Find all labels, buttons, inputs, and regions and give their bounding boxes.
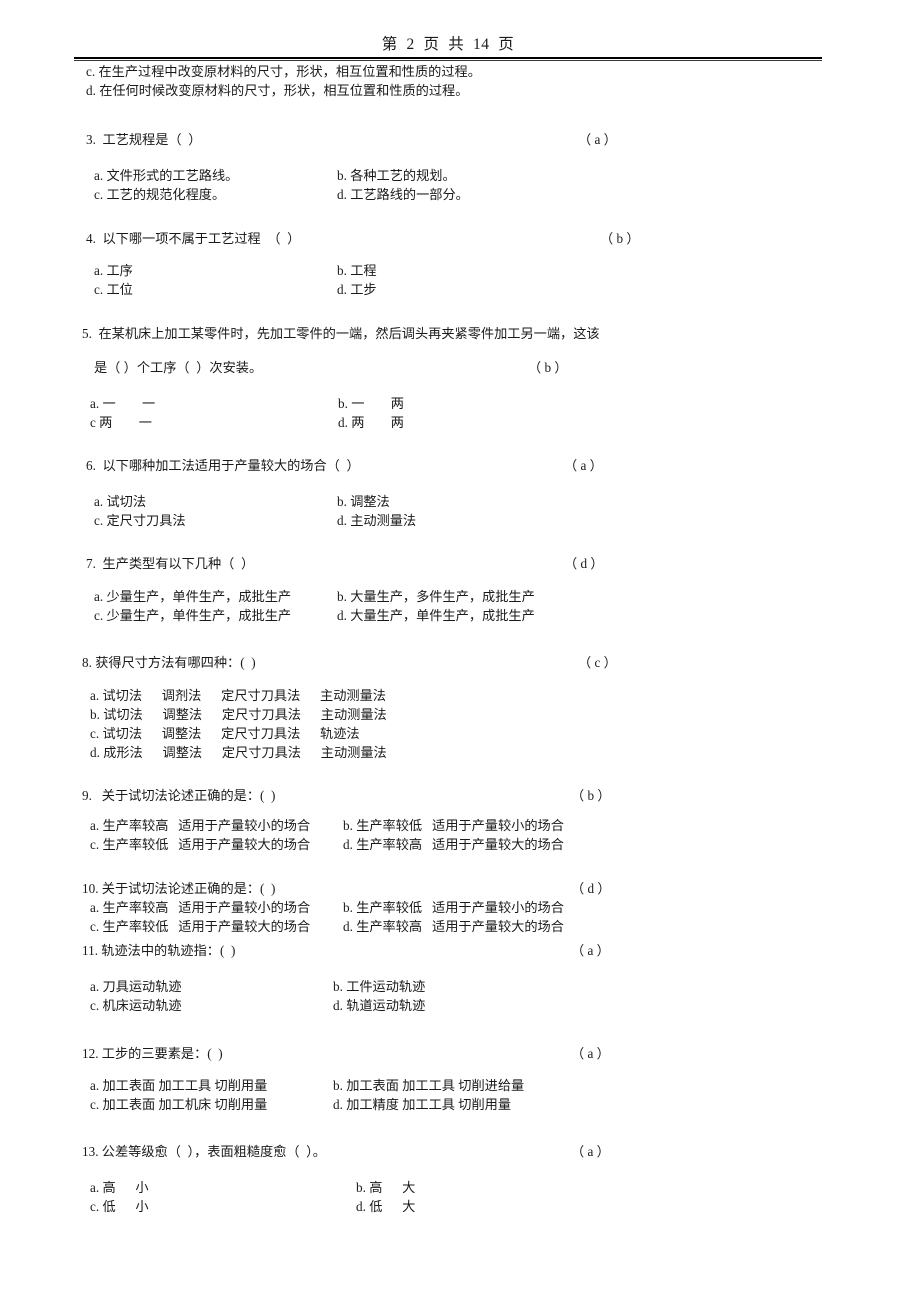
question-7-option-d: d. 大量生产，单件生产，成批生产: [337, 608, 535, 623]
question-10-option-a: a. 生产率较高 适用于产量较小的场合: [90, 900, 311, 915]
document-page: 第 2 页 共 14 页 c. 在生产过程中改变原材料的尺寸，形状，相互位置和性…: [0, 0, 920, 1300]
question-12-option-c: c. 加工表面 加工机床 切削用量: [90, 1097, 268, 1112]
question-9-option-a: a. 生产率较高 适用于产量较小的场合: [90, 818, 311, 833]
question-9-option-c: c. 生产率较低 适用于产量较大的场合: [90, 837, 311, 852]
question-8-option-a: a. 试切法 调剂法 定尺寸刀具法 主动测量法: [90, 688, 386, 703]
header-divider-rule: [74, 57, 822, 61]
question-6-option-c: c. 定尺寸刀具法: [94, 513, 186, 528]
question-3-option-d: d. 工艺路线的一部分。: [337, 187, 469, 202]
question-6-option-b: b. 调整法: [337, 494, 390, 509]
question-5-stem-line2: 是（ ）个工序（ ）次安装。: [94, 360, 263, 375]
question-7-option-c: c. 少量生产，单件生产，成批生产: [94, 608, 292, 623]
question-3-answer: （ a ）: [578, 132, 617, 147]
carryover-option-c: c. 在生产过程中改变原材料的尺寸，形状，相互位置和性质的过程。: [86, 64, 481, 79]
question-8-stem: 8. 获得尺寸方法有哪四种：( ): [82, 655, 256, 670]
question-3-option-b: b. 各种工艺的规划。: [337, 168, 456, 183]
question-13-option-d: d. 低 大: [356, 1199, 416, 1214]
question-13-stem: 13. 公差等级愈（ ），表面粗糙度愈（ ）。: [82, 1144, 326, 1159]
question-4-option-row-2: c. 工位 d. 工步: [94, 280, 854, 356]
question-9-option-b: b. 生产率较低 适用于产量较小的场合: [343, 818, 564, 833]
question-5-option-c: c 两 一: [90, 415, 152, 430]
question-6-option-d: d. 主动测量法: [337, 513, 417, 528]
question-4-option-d: d. 工步: [337, 282, 377, 297]
question-9-option-d: d. 生产率较高 适用于产量较大的场合: [343, 837, 564, 852]
question-13-answer: （ a ）: [571, 1144, 610, 1159]
question-4-option-a: a. 工序: [94, 263, 133, 278]
question-3-stem: 3. 工艺规程是（ ）: [86, 132, 202, 147]
question-8-option-d: d. 成形法 调整法 定尺寸刀具法 主动测量法: [90, 745, 387, 760]
page-header-label: 第 2 页 共 14 页: [381, 36, 515, 53]
question-13-option-b: b. 高 大: [356, 1180, 416, 1195]
question-3-option-a: a. 文件形式的工艺路线。: [94, 168, 239, 183]
question-12-option-a: a. 加工表面 加工工具 切削用量: [90, 1078, 268, 1093]
carryover-option-d: d. 在任何时候改变原材料的尺寸，形状，相互位置和性质的过程。: [86, 83, 469, 98]
question-5-option-a: a. 一 一: [90, 396, 156, 411]
question-12-option-d: d. 加工精度 加工工具 切削用量: [333, 1097, 512, 1112]
question-10-stem: 10. 关于试切法论述正确的是：( ): [82, 881, 276, 896]
question-5-option-row-2: c 两 一 d. 两 两: [90, 413, 850, 489]
question-7-answer: （ d ）: [564, 556, 604, 571]
question-4-stem: 4. 以下哪一项不属于工艺过程 （ ）: [86, 231, 301, 246]
question-9-answer: （ b ）: [571, 788, 611, 803]
question-8-option-c: c. 试切法 调整法 定尺寸刀具法 轨迹法: [90, 726, 360, 741]
question-5-answer: （ b ）: [528, 360, 568, 375]
question-11-stem: 11. 轨迹法中的轨迹指：( ): [82, 943, 236, 958]
question-11-option-a: a. 刀具运动轨迹: [90, 979, 182, 994]
question-8-answer: （ c ）: [578, 655, 617, 670]
question-13-option-a: a. 高 小: [90, 1180, 149, 1195]
question-3-option-c: c. 工艺的规范化程度。: [94, 187, 226, 202]
question-6-answer: （ a ）: [564, 458, 603, 473]
question-11-option-b: b. 工件运动轨迹: [333, 979, 426, 994]
question-11-option-d: d. 轨道运动轨迹: [333, 998, 426, 1013]
question-6-option-row-2: c. 定尺寸刀具法 d. 主动测量法: [94, 511, 854, 587]
question-4-answer: （ b ）: [600, 231, 640, 246]
question-10-option-d: d. 生产率较高 适用于产量较大的场合: [343, 919, 564, 934]
question-7-option-a: a. 少量生产，单件生产，成批生产: [94, 589, 292, 604]
question-12-option-b: b. 加工表面 加工工具 切削进给量: [333, 1078, 525, 1093]
question-7-option-b: b. 大量生产，多件生产，成批生产: [337, 589, 535, 604]
question-12-answer: （ a ）: [571, 1046, 610, 1061]
question-4-option-b: b. 工程: [337, 263, 377, 278]
question-12-stem: 12. 工步的三要素是：( ): [82, 1046, 223, 1061]
question-6-stem: 6. 以下哪种加工法适用于产量较大的场合（ ）: [86, 458, 360, 473]
question-8-option-b: b. 试切法 调整法 定尺寸刀具法 主动测量法: [90, 707, 387, 722]
question-10-option-b: b. 生产率较低 适用于产量较小的场合: [343, 900, 564, 915]
question-9-stem: 9. 关于试切法论述正确的是：( ): [82, 788, 276, 803]
question-4-option-c: c. 工位: [94, 282, 133, 297]
question-7-stem: 7. 生产类型有以下几种（ ）: [86, 556, 255, 571]
question-5-option-d: d. 两 两: [338, 415, 404, 430]
header-divider-thick-line: [74, 57, 822, 59]
question-13-option-row-2: c. 低 小 d. 低 大: [90, 1197, 850, 1273]
question-5-option-b: b. 一 两: [338, 396, 404, 411]
question-10-answer: （ d ）: [571, 881, 611, 896]
question-3-option-row-2: c. 工艺的规范化程度。 d. 工艺路线的一部分。: [94, 185, 854, 261]
header-divider-thin-line: [74, 60, 822, 61]
question-11-answer: （ a ）: [571, 943, 610, 958]
question-10-option-c: c. 生产率较低 适用于产量较大的场合: [90, 919, 311, 934]
question-6-option-a: a. 试切法: [94, 494, 147, 509]
question-11-option-c: c. 机床运动轨迹: [90, 998, 182, 1013]
question-5-stem: 5. 在某机床上加工某零件时，先加工零件的一端，然后调头再夹紧零件加工另一端，这…: [82, 326, 600, 341]
question-13-option-c: c. 低 小: [90, 1199, 149, 1214]
